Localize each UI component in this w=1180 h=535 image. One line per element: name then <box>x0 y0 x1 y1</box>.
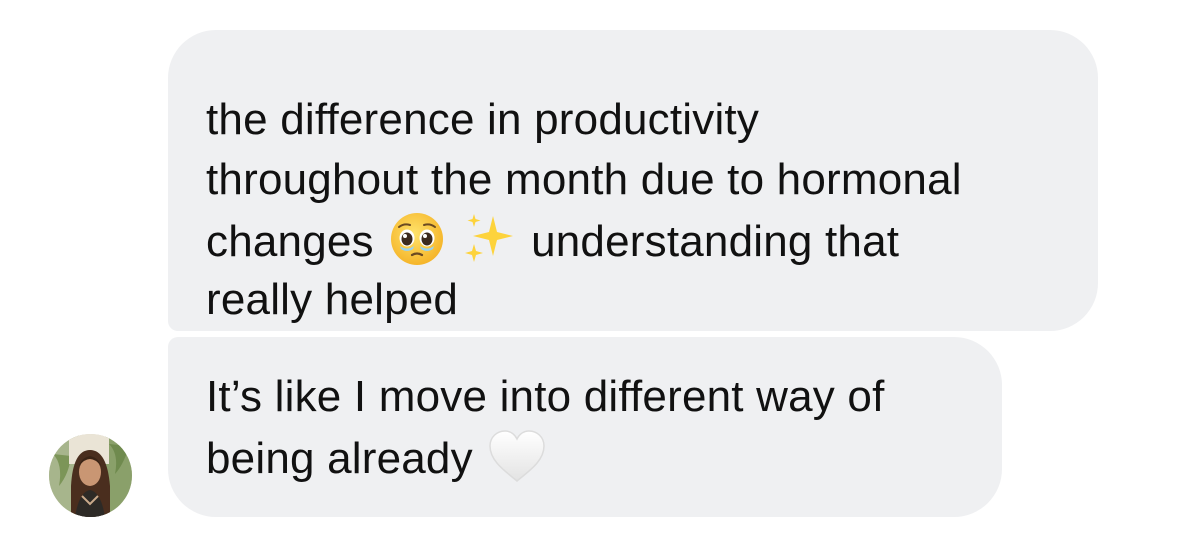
message-text: being already <box>206 434 473 483</box>
message-line: throughout the month due to hormonal <box>206 155 962 204</box>
message-line: the difference in productivity <box>206 95 760 144</box>
message-line-with-emoji: being already <box>206 427 972 487</box>
message-line: It’s like I move into different way of <box>206 372 885 421</box>
message-line: really helped <box>206 275 459 324</box>
pleading-face-emoji <box>391 213 444 265</box>
message-bubble[interactable]: It’s like I move into different way of b… <box>168 337 1002 517</box>
avatar[interactable] <box>49 434 132 517</box>
message-text: changes <box>206 217 374 266</box>
sparkles-emoji <box>464 214 513 262</box>
white-heart-emoji <box>489 430 545 482</box>
message-bubble[interactable]: the difference in productivity throughou… <box>168 30 1098 331</box>
message-line-with-emoji: changes understanding that <box>206 210 1068 270</box>
contact-profile-photo <box>49 434 132 517</box>
chat-thread: the difference in productivity throughou… <box>0 0 1180 535</box>
message-text: understanding that <box>531 217 900 266</box>
